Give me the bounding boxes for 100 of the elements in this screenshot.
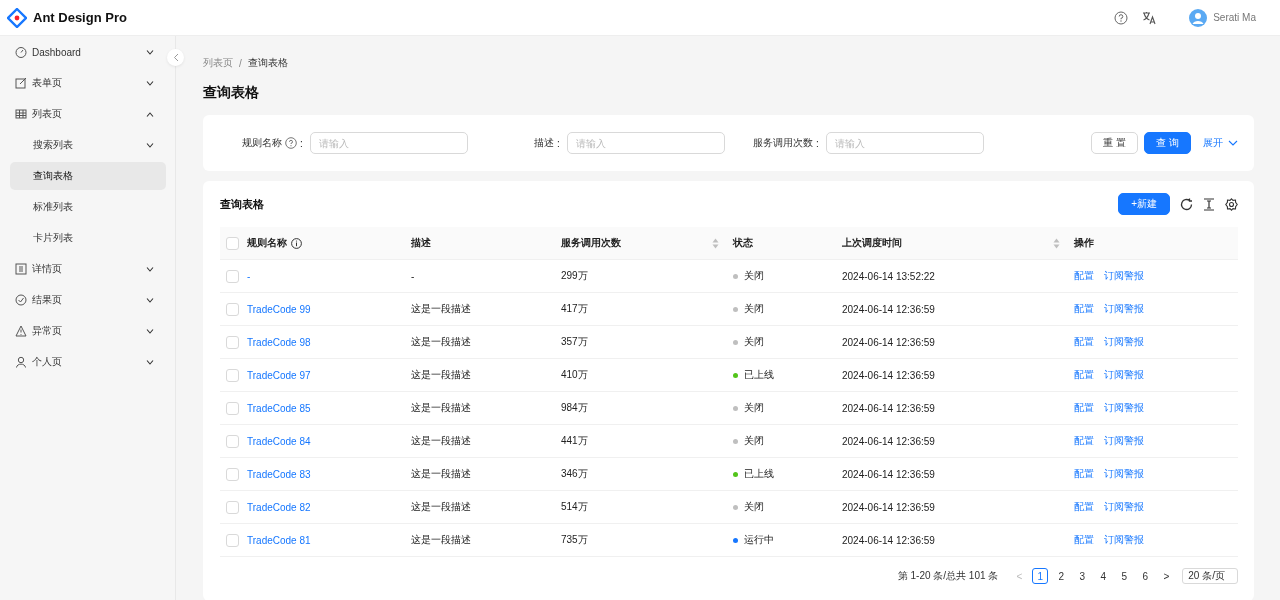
menu-item[interactable]: 表单页 <box>10 69 166 97</box>
action-link[interactable]: 配置 <box>1074 533 1094 547</box>
field-label: 描述 <box>534 136 554 150</box>
reset-button[interactable]: 重 置 <box>1091 132 1139 154</box>
row-checkbox[interactable] <box>226 467 239 481</box>
reload-icon[interactable] <box>1180 197 1193 211</box>
expand-link[interactable]: 展开 <box>1197 136 1238 150</box>
table-cell: - <box>411 270 415 282</box>
page-number-button[interactable]: 5 <box>1116 568 1133 584</box>
action-link[interactable]: 配置 <box>1074 302 1094 316</box>
action-link[interactable]: 订阅警报 <box>1104 434 1144 448</box>
status-text: 关闭 <box>744 434 764 448</box>
rule-name-link[interactable]: TradeCode 82 <box>247 501 311 513</box>
action-link[interactable]: 订阅警报 <box>1104 335 1144 349</box>
avatar-icon[interactable] <box>1189 8 1208 27</box>
rule-name-link[interactable]: TradeCode 99 <box>247 303 311 315</box>
action-link[interactable]: 订阅警报 <box>1104 533 1144 547</box>
user-name[interactable]: Serati Ma <box>1213 12 1256 23</box>
next-page-button[interactable]: > <box>1158 568 1175 584</box>
action-link[interactable]: 配置 <box>1074 500 1094 514</box>
rule-name-link[interactable]: TradeCode 98 <box>247 336 311 348</box>
submenu-item[interactable]: 标准列表 <box>10 193 166 221</box>
new-button[interactable]: +新建 <box>1118 193 1170 215</box>
action-link[interactable]: 配置 <box>1074 401 1094 415</box>
column-header: 状态 <box>733 236 754 250</box>
action-link[interactable]: 订阅警报 <box>1104 500 1144 514</box>
chevron-down-icon <box>146 142 154 148</box>
action-link[interactable]: 配置 <box>1074 467 1094 481</box>
query-button[interactable]: 查 询 <box>1144 132 1191 154</box>
row-checkbox[interactable] <box>226 335 239 349</box>
info-icon <box>291 237 302 249</box>
table-cell: 这是一段描述 <box>411 336 471 347</box>
action-link[interactable]: 订阅警报 <box>1104 302 1144 316</box>
help-icon[interactable] <box>1114 10 1129 25</box>
select-all-checkbox[interactable] <box>226 236 239 250</box>
settings-icon[interactable] <box>1225 197 1238 211</box>
menu-item[interactable]: 列表页 <box>10 100 166 128</box>
page-number-button[interactable]: 6 <box>1137 568 1154 584</box>
row-checkbox[interactable] <box>226 500 239 514</box>
action-link[interactable]: 配置 <box>1074 335 1094 349</box>
page-number-button[interactable]: 4 <box>1095 568 1112 584</box>
table-cell: 2024-06-14 12:36:59 <box>842 369 935 381</box>
rule-name-link[interactable]: - <box>247 270 251 282</box>
sort-icon[interactable] <box>712 237 719 249</box>
row-checkbox[interactable] <box>226 368 239 382</box>
status-text: 关闭 <box>744 335 764 349</box>
column-header: 上次调度时间 <box>842 236 1060 250</box>
status-text: 运行中 <box>744 533 774 547</box>
submenu-item[interactable]: 搜索列表 <box>10 131 166 159</box>
submenu-item[interactable]: 查询表格 <box>10 162 166 190</box>
page-number-button[interactable]: 3 <box>1074 568 1091 584</box>
action-link[interactable]: 配置 <box>1074 368 1094 382</box>
table-cell: 357万 <box>561 336 588 347</box>
action-link[interactable]: 订阅警报 <box>1104 368 1144 382</box>
action-link[interactable]: 配置 <box>1074 434 1094 448</box>
table-cell: 这是一段描述 <box>411 402 471 413</box>
menu-item[interactable]: 结果页 <box>10 286 166 314</box>
input-field[interactable]: 请输入 <box>566 132 725 154</box>
table-cell: 2024-06-14 12:36:59 <box>842 402 935 414</box>
table-cell: 2024-06-14 12:36:59 <box>842 435 935 447</box>
rule-name-link[interactable]: TradeCode 84 <box>247 435 311 447</box>
rule-name-link[interactable]: TradeCode 97 <box>247 369 311 381</box>
menu-item[interactable]: 个人页 <box>10 348 166 376</box>
status-text: 已上线 <box>744 368 774 382</box>
chevron-down-icon <box>146 328 154 334</box>
breadcrumb-item[interactable]: 列表页 <box>203 56 233 70</box>
table-cell: 这是一段描述 <box>411 468 471 479</box>
row-checkbox[interactable] <box>226 533 239 547</box>
page-number-button[interactable]: 1 <box>1032 568 1049 584</box>
row-checkbox[interactable] <box>226 434 239 448</box>
table-cell: 这是一段描述 <box>411 501 471 512</box>
status-text: 已上线 <box>744 467 774 481</box>
row-checkbox[interactable] <box>226 269 239 283</box>
column-header: 规则名称 <box>247 236 397 250</box>
rule-name-link[interactable]: TradeCode 81 <box>247 534 311 546</box>
rule-name-link[interactable]: TradeCode 85 <box>247 402 311 414</box>
input-field[interactable]: 请输入 <box>825 132 984 154</box>
action-link[interactable]: 配置 <box>1074 269 1094 283</box>
translate-icon[interactable] <box>1142 10 1158 25</box>
table-cell: 735万 <box>561 534 588 545</box>
colon: : <box>816 137 819 149</box>
sort-icon[interactable] <box>1053 237 1060 249</box>
page-size-select[interactable]: 20 条/页 <box>1182 568 1238 584</box>
page-number-button[interactable]: 2 <box>1053 568 1070 584</box>
action-link[interactable]: 订阅警报 <box>1104 467 1144 481</box>
row-checkbox[interactable] <box>226 302 239 316</box>
field-label: 规则名称 <box>242 136 282 150</box>
menu-item[interactable]: 详情页 <box>10 255 166 283</box>
menu-item[interactable]: Dashboard <box>10 38 166 66</box>
menu-item[interactable]: 异常页 <box>10 317 166 345</box>
collapse-button[interactable] <box>167 49 184 66</box>
action-link[interactable]: 订阅警报 <box>1104 401 1144 415</box>
table-cell: 这是一段描述 <box>411 303 471 314</box>
action-link[interactable]: 订阅警报 <box>1104 269 1144 283</box>
submenu-item[interactable]: 卡片列表 <box>10 224 166 252</box>
status-text: 关闭 <box>744 302 764 316</box>
input-field[interactable]: 请输入 <box>309 132 468 154</box>
rule-name-link[interactable]: TradeCode 83 <box>247 468 311 480</box>
density-icon[interactable] <box>1203 197 1215 211</box>
row-checkbox[interactable] <box>226 401 239 415</box>
